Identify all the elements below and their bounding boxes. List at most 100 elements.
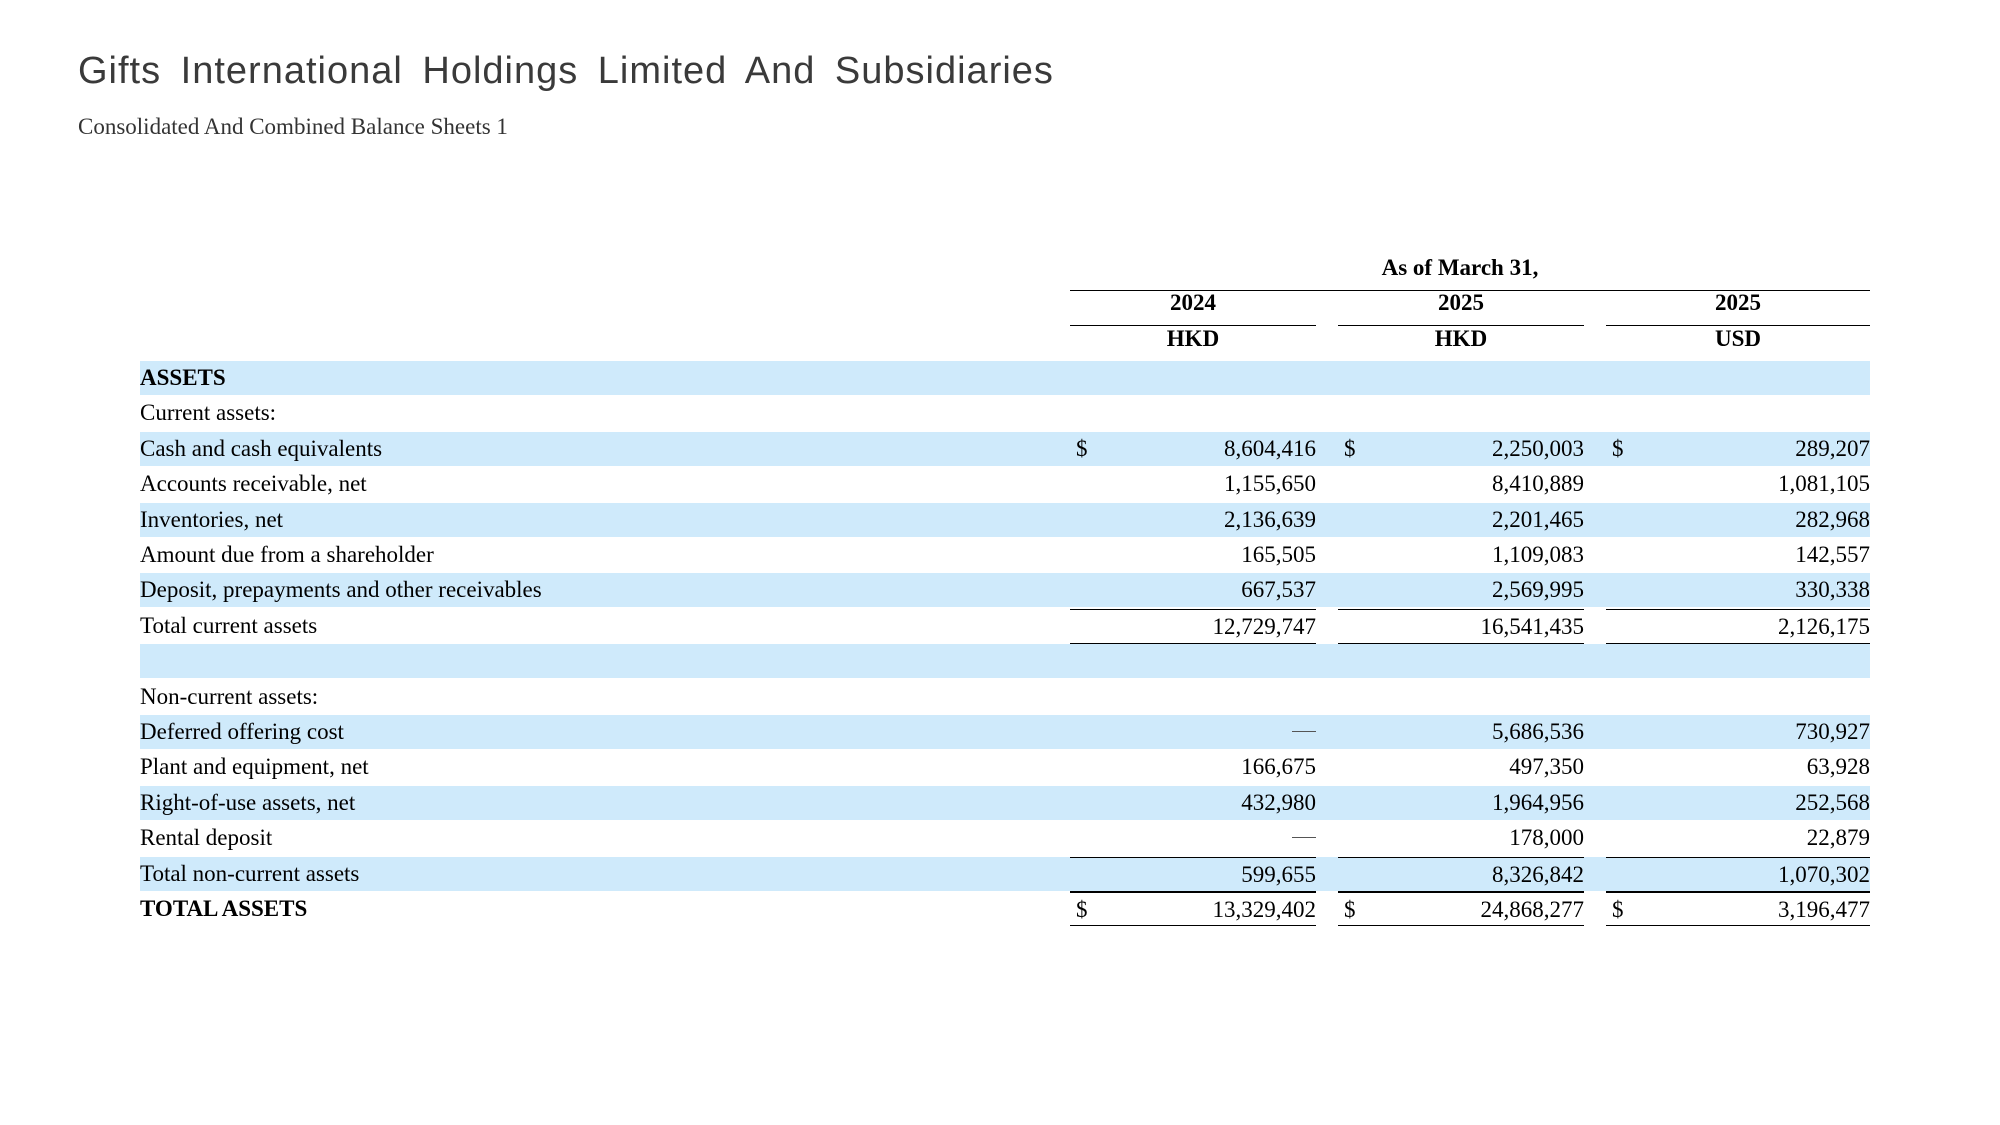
cell-value: 667,537 [1241, 577, 1316, 603]
cell-value: 8,326,842 [1492, 861, 1584, 887]
row-label: Deferred offering cost [140, 719, 344, 744]
value-cell: 12,729,747 [1070, 608, 1317, 643]
cell-value: 63,928 [1806, 754, 1870, 780]
value-cell: 1,070,302 [1606, 856, 1870, 891]
cell-value: 432,980 [1241, 789, 1316, 815]
table-row: Deferred offering cost — 5,686,536 730,927 [140, 715, 1870, 749]
row-label: Total non-current assets [140, 860, 360, 886]
table-row: Cash and cash equivalents $8,604,416 $2,25… [140, 431, 1870, 466]
table-row: Accounts receivable, net 1,155,650 8,410,8… [140, 467, 1870, 501]
value-cell: 178,000 [1338, 821, 1584, 855]
nil-dash: — [1292, 731, 1316, 733]
cell-value: 2,126,175 [1778, 613, 1870, 639]
value-cell: $2,250,003 [1338, 432, 1584, 466]
cell-value: 2,569,995 [1492, 577, 1584, 603]
document-title: Gifts International Holdings Limited And… [78, 50, 1054, 92]
value-cell: 2,126,175 [1606, 608, 1870, 643]
value-cell: 1,109,083 [1338, 538, 1584, 572]
row-label: Rental deposit [140, 825, 273, 851]
cell-value: 12,729,747 [1212, 613, 1317, 639]
row-label: Non-current assets: [140, 683, 319, 709]
currency-symbol: $ [1612, 897, 1624, 922]
value-cell: — [1070, 715, 1316, 749]
cell-value: 2,201,465 [1492, 506, 1584, 532]
cell-value: 497,350 [1509, 754, 1584, 780]
table-row: Total current assets 12,729,747 16,541,435… [140, 608, 1870, 644]
value-cell: 2,201,465 [1338, 503, 1584, 537]
column-header-year-2: 2025 [1438, 290, 1484, 315]
nil-dash: — [1292, 837, 1316, 839]
row-label: ASSETS [140, 365, 226, 390]
table-row: Plant and equipment, net 166,675 497,350 63… [140, 750, 1870, 784]
row-label: Inventories, net [140, 506, 284, 532]
value-cell: 166,675 [1070, 750, 1316, 784]
cell-value: 289,207 [1795, 435, 1870, 461]
cell-value: 1,081,105 [1778, 471, 1870, 497]
row-label: Deposit, prepayments and other receivabl… [140, 577, 542, 603]
value-cell: 330,338 [1606, 573, 1870, 607]
cell-value: 3,196,477 [1778, 897, 1870, 922]
value-cell: 2,569,995 [1338, 573, 1584, 607]
table-row: TOTAL ASSETS $13,329,402 $24,868,277 $3,196… [140, 892, 1870, 926]
value-cell: 252,568 [1606, 786, 1870, 820]
table-row: Right-of-use assets, net 432,980 1,964,956… [140, 785, 1870, 820]
cell-value: 1,070,302 [1778, 861, 1870, 887]
cell-value: 142,557 [1795, 542, 1870, 567]
row-label: Accounts receivable, net [140, 471, 367, 497]
table-row: Total non-current assets 599,655 8,326,842… [140, 856, 1870, 892]
cell-value: 2,136,639 [1224, 506, 1316, 532]
cell-value: 1,964,956 [1492, 789, 1584, 815]
table-row: Rental deposit — 178,000 22,879 [140, 821, 1870, 855]
column-header-year-1: 2024 [1170, 290, 1216, 315]
value-cell: 730,927 [1606, 715, 1870, 749]
cell-value: 8,604,416 [1224, 435, 1316, 461]
value-cell: 165,505 [1070, 538, 1316, 572]
row-label: Current assets: [140, 400, 277, 426]
cell-value: 16,541,435 [1480, 613, 1585, 639]
cell-value: 178,000 [1509, 825, 1584, 851]
value-cell: 16,541,435 [1338, 608, 1585, 643]
column-header-currency-3: USD [1714, 326, 1761, 351]
value-cell: $24,868,277 [1338, 892, 1584, 926]
value-cell: 1,964,956 [1338, 786, 1584, 820]
value-cell: $8,604,416 [1070, 432, 1316, 466]
value-cell: 432,980 [1070, 786, 1316, 820]
table-row: Inventories, net 2,136,639 2,201,465 282,96… [140, 502, 1870, 537]
value-cell: 599,655 [1070, 856, 1316, 891]
cell-value: 252,568 [1795, 789, 1870, 815]
value-cell: 22,879 [1606, 821, 1870, 855]
column-header-currency-2: HKD [1434, 326, 1488, 351]
row-label: Amount due from a shareholder [140, 542, 434, 567]
cell-value: 330,338 [1795, 577, 1870, 603]
currency-symbol: $ [1344, 435, 1356, 461]
cell-value: 13,329,402 [1212, 897, 1317, 922]
currency-symbol: $ [1612, 435, 1624, 461]
cell-value: 22,879 [1806, 825, 1870, 851]
value-cell: 667,537 [1070, 573, 1316, 607]
value-cell: 1,155,650 [1070, 467, 1316, 501]
value-cell: 8,410,889 [1338, 467, 1584, 501]
cell-value: 165,505 [1241, 542, 1316, 567]
currency-symbol: $ [1076, 435, 1088, 461]
value-cell: 1,081,105 [1606, 467, 1870, 501]
group-header: As of March 31, [1381, 255, 1539, 280]
cell-value: 1,109,083 [1492, 542, 1584, 567]
cell-value: 599,655 [1241, 861, 1316, 887]
table-row: Current assets: [140, 396, 1870, 430]
value-cell: 8,326,842 [1338, 856, 1584, 891]
currency-symbol: $ [1076, 897, 1088, 922]
table-row: Deposit, prepayments and other receivabl… [140, 573, 1870, 608]
table-row: ASSETS [140, 361, 1870, 395]
table-row [140, 644, 1870, 679]
value-cell: 282,968 [1606, 503, 1870, 537]
value-cell: $3,196,477 [1606, 892, 1870, 926]
cell-value: 730,927 [1795, 719, 1870, 744]
table-row: Amount due from a shareholder 165,505 1,10… [140, 538, 1870, 572]
value-cell: — [1070, 821, 1316, 855]
cell-value: 166,675 [1241, 754, 1316, 780]
cell-value: 5,686,536 [1492, 719, 1584, 744]
row-label: Cash and cash equivalents [140, 435, 383, 461]
row-label: Total current assets [140, 612, 318, 638]
value-cell: $289,207 [1606, 432, 1870, 466]
row-label: Plant and equipment, net [140, 754, 369, 780]
